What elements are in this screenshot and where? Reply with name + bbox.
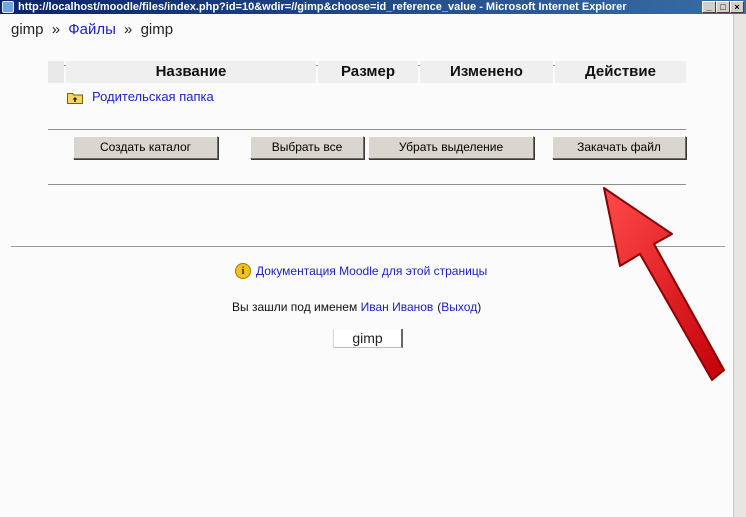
window-title: http://localhost/moodle/files/index.php?…: [18, 1, 627, 13]
window-titlebar: http://localhost/moodle/files/index.php?…: [0, 0, 746, 14]
header-checkbox-column: [48, 61, 64, 83]
breadcrumb-current: gimp: [140, 21, 174, 38]
close-button[interactable]: ×: [730, 1, 744, 13]
table-middle-divider: [48, 129, 686, 130]
maximize-button[interactable]: □: [716, 1, 730, 13]
header-name[interactable]: Название: [66, 61, 316, 83]
ie-app-icon: [2, 1, 14, 13]
vertical-scrollbar[interactable]: [733, 14, 746, 517]
header-size[interactable]: Размер: [318, 61, 418, 83]
user-profile-link[interactable]: Иван Иванов: [361, 300, 434, 314]
header-modified[interactable]: Изменено: [420, 61, 553, 83]
red-arrow-annotation: [603, 187, 725, 381]
breadcrumb: gimp » Файлы » gimp: [11, 21, 177, 38]
deselect-button[interactable]: Убрать выделение: [368, 136, 534, 159]
logout-paren-close: ): [477, 300, 482, 314]
table-bottom-divider: [48, 184, 686, 185]
breadcrumb-separator: »: [51, 21, 61, 38]
logout-link[interactable]: Выход: [441, 300, 477, 314]
files-table-header: Название Размер Изменено Действие: [48, 61, 686, 83]
info-icon: i: [235, 263, 251, 279]
header-action: Действие: [555, 61, 686, 83]
create-folder-button[interactable]: Создать каталог: [73, 136, 218, 159]
minimize-button[interactable]: _: [702, 1, 716, 13]
course-home-link[interactable]: gimp: [333, 329, 403, 348]
select-all-button[interactable]: Выбрать все: [250, 136, 364, 159]
upload-file-button[interactable]: Закачать файл: [552, 136, 686, 159]
folder-up-icon: [67, 93, 83, 104]
breadcrumb-separator: »: [124, 21, 133, 38]
breadcrumb-files-link[interactable]: Файлы: [68, 21, 116, 38]
login-info-prefix: Вы зашли под именем: [232, 300, 358, 314]
breadcrumb-course[interactable]: gimp: [11, 21, 44, 38]
login-info: Вы зашли под именем Иван Иванов (Выход): [232, 298, 481, 316]
moodle-docs-link[interactable]: Документация Moodle для этой страницы: [256, 262, 487, 280]
parent-folder-link[interactable]: Родительская папка: [92, 88, 214, 106]
